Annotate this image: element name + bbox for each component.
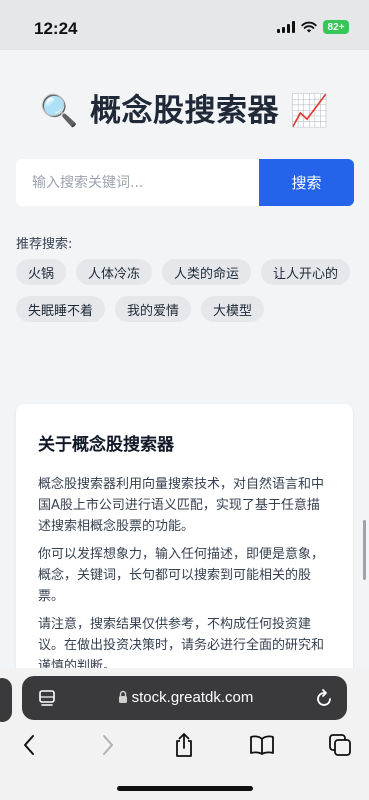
recommend-tag[interactable]: 大模型 xyxy=(201,296,265,322)
about-paragraph: 请注意，搜索结果仅供参考，不构成任何投资建议。在做出投资决策时，请务必进行全面的… xyxy=(38,617,325,668)
home-indicator xyxy=(117,786,253,791)
back-icon xyxy=(24,735,34,755)
page-content: 🔍 概念股搜索器 📈 搜索 推荐搜索: 火锅 人体冷冻 人类的命运 让人开心的 … xyxy=(0,50,369,668)
bookmarks-button[interactable] xyxy=(247,730,277,760)
tabs-button[interactable] xyxy=(325,730,355,760)
recommend-tag[interactable]: 人体冷冻 xyxy=(76,259,153,285)
about-paragraph: 你可以发挥想象力，输入任何描述，即便是意象，概念，关键词，长句都可以搜索到可能相… xyxy=(38,547,325,604)
page-title: 🔍 概念股搜索器 📈 xyxy=(39,93,330,129)
recommend-tag[interactable]: 火锅 xyxy=(16,259,67,285)
status-time: 12:24 xyxy=(34,19,78,38)
recommend-tag[interactable]: 让人开心的 xyxy=(261,259,351,285)
forward-button[interactable] xyxy=(93,730,123,760)
share-icon xyxy=(176,733,192,757)
back-button[interactable] xyxy=(14,730,44,760)
about-card: 关于概念股搜索器 概念股搜索器利用向量搜索技术，对自然语言和中国A股上市公司进行… xyxy=(16,404,353,668)
search-bar: 搜索 xyxy=(16,159,354,206)
tabs-icon xyxy=(329,734,351,756)
status-icons: 82+ xyxy=(277,20,349,34)
recommend-tags: 火锅 人体冷冻 人类的命运 让人开心的 失眠睡不着 我的爱情 大模型 xyxy=(16,259,356,322)
share-button[interactable] xyxy=(169,730,199,760)
browser-toolbar xyxy=(0,730,369,760)
search-button[interactable]: 搜索 xyxy=(259,159,354,206)
wifi-icon xyxy=(301,21,317,33)
signal-icon xyxy=(277,21,295,33)
address-url: stock.greatdk.com xyxy=(131,689,254,706)
forward-icon xyxy=(103,735,113,755)
about-title: 关于概念股搜索器 xyxy=(38,435,174,455)
recommend-label: 推荐搜索: xyxy=(16,237,73,252)
browser-bar: stock.greatdk.com xyxy=(0,668,369,800)
battery-icon: 82+ xyxy=(323,20,349,34)
bookmarks-icon xyxy=(250,735,274,755)
recommend-tag[interactable]: 我的爱情 xyxy=(115,296,192,322)
previous-tab-stub[interactable] xyxy=(0,678,12,722)
address-bar[interactable]: stock.greatdk.com xyxy=(22,676,347,720)
about-paragraph: 概念股搜索器利用向量搜索技术，对自然语言和中国A股上市公司进行语义匹配，实现了基… xyxy=(38,477,325,534)
recommend-tag[interactable]: 人类的命运 xyxy=(162,259,252,285)
scroll-indicator[interactable] xyxy=(363,520,366,580)
recommend-tag[interactable]: 失眠睡不着 xyxy=(16,296,106,322)
status-bar: 12:24 82+ xyxy=(0,0,369,50)
search-input[interactable] xyxy=(16,159,259,206)
reload-icon[interactable] xyxy=(315,688,333,708)
